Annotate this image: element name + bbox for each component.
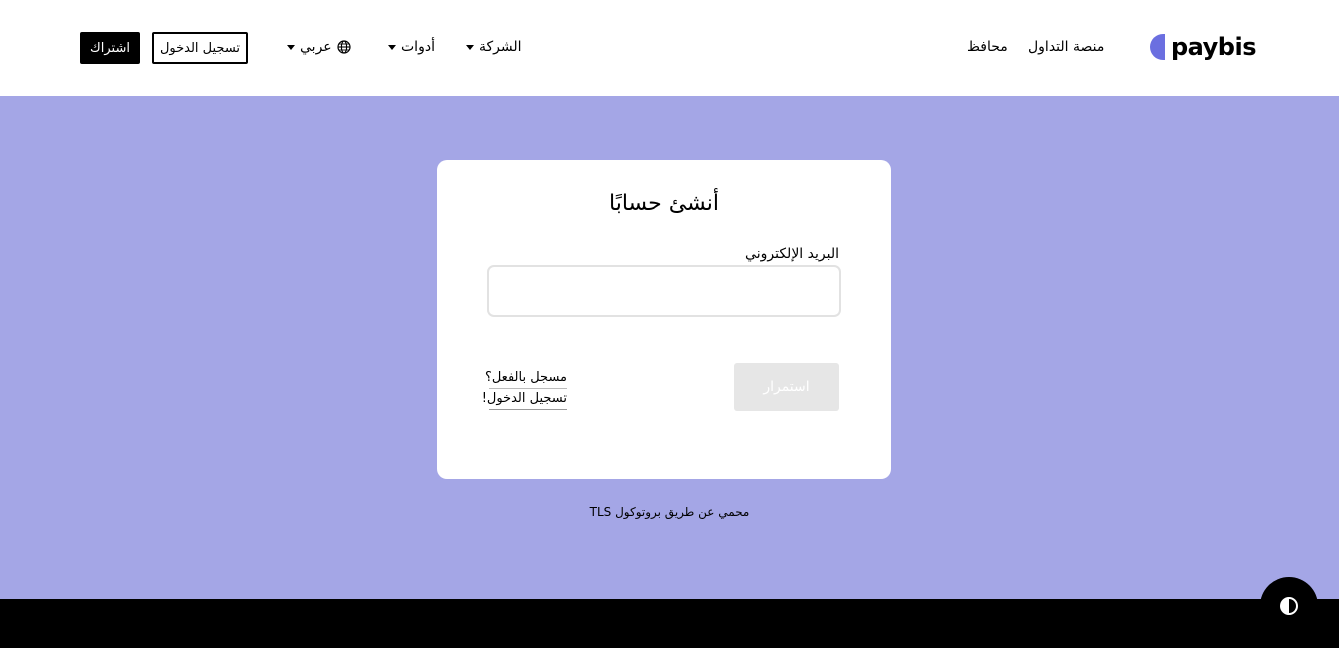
caret-down-icon bbox=[466, 44, 474, 50]
nav-tools-label: أدوات bbox=[401, 39, 435, 55]
globe-icon bbox=[337, 40, 351, 54]
login-link[interactable]: تسجيل الدخول! bbox=[482, 389, 567, 410]
language-selector[interactable]: عربي bbox=[287, 38, 351, 56]
already-registered-block: مسجل بالفعل؟ تسجيل الدخول! bbox=[482, 368, 567, 410]
signup-card: أنشئ حسابًا البريد الإلكتروني مسجل بالفع… bbox=[437, 160, 891, 479]
already-registered-text: مسجل بالفعل؟ bbox=[485, 368, 567, 389]
tls-note: محمي عن طريق بروتوكول TLS bbox=[589, 505, 750, 519]
theme-toggle-button[interactable] bbox=[1260, 577, 1318, 635]
footer bbox=[0, 599, 1339, 648]
page-title: أنشئ حسابًا bbox=[609, 191, 719, 216]
paybis-logo[interactable]: paybis bbox=[1150, 33, 1256, 61]
nav-company-dropdown[interactable]: الشركة bbox=[466, 38, 522, 56]
language-label: عربي bbox=[300, 39, 332, 55]
email-label: البريد الإلكتروني bbox=[745, 246, 839, 262]
nav-trading-platform[interactable]: منصة التداول bbox=[1028, 38, 1104, 56]
nav-tools-dropdown[interactable]: أدوات bbox=[388, 38, 435, 56]
login-button[interactable]: تسجيل الدخول bbox=[152, 32, 248, 64]
logo-text: paybis bbox=[1171, 33, 1256, 61]
caret-down-icon bbox=[388, 44, 396, 50]
email-field[interactable] bbox=[487, 265, 841, 317]
header: paybis منصة التداول محافظ الشركة أدوات ع… bbox=[0, 0, 1339, 96]
nav-wallets[interactable]: محافظ bbox=[967, 38, 1008, 56]
caret-down-icon bbox=[287, 44, 295, 50]
theme-toggle-icon bbox=[1280, 597, 1298, 615]
main-section: أنشئ حسابًا البريد الإلكتروني مسجل بالفع… bbox=[0, 96, 1339, 599]
nav-company-label: الشركة bbox=[479, 39, 522, 55]
logo-mark-icon bbox=[1150, 34, 1165, 60]
continue-button[interactable]: استمرار bbox=[734, 363, 839, 411]
signup-button[interactable]: اشتراك bbox=[80, 32, 140, 64]
